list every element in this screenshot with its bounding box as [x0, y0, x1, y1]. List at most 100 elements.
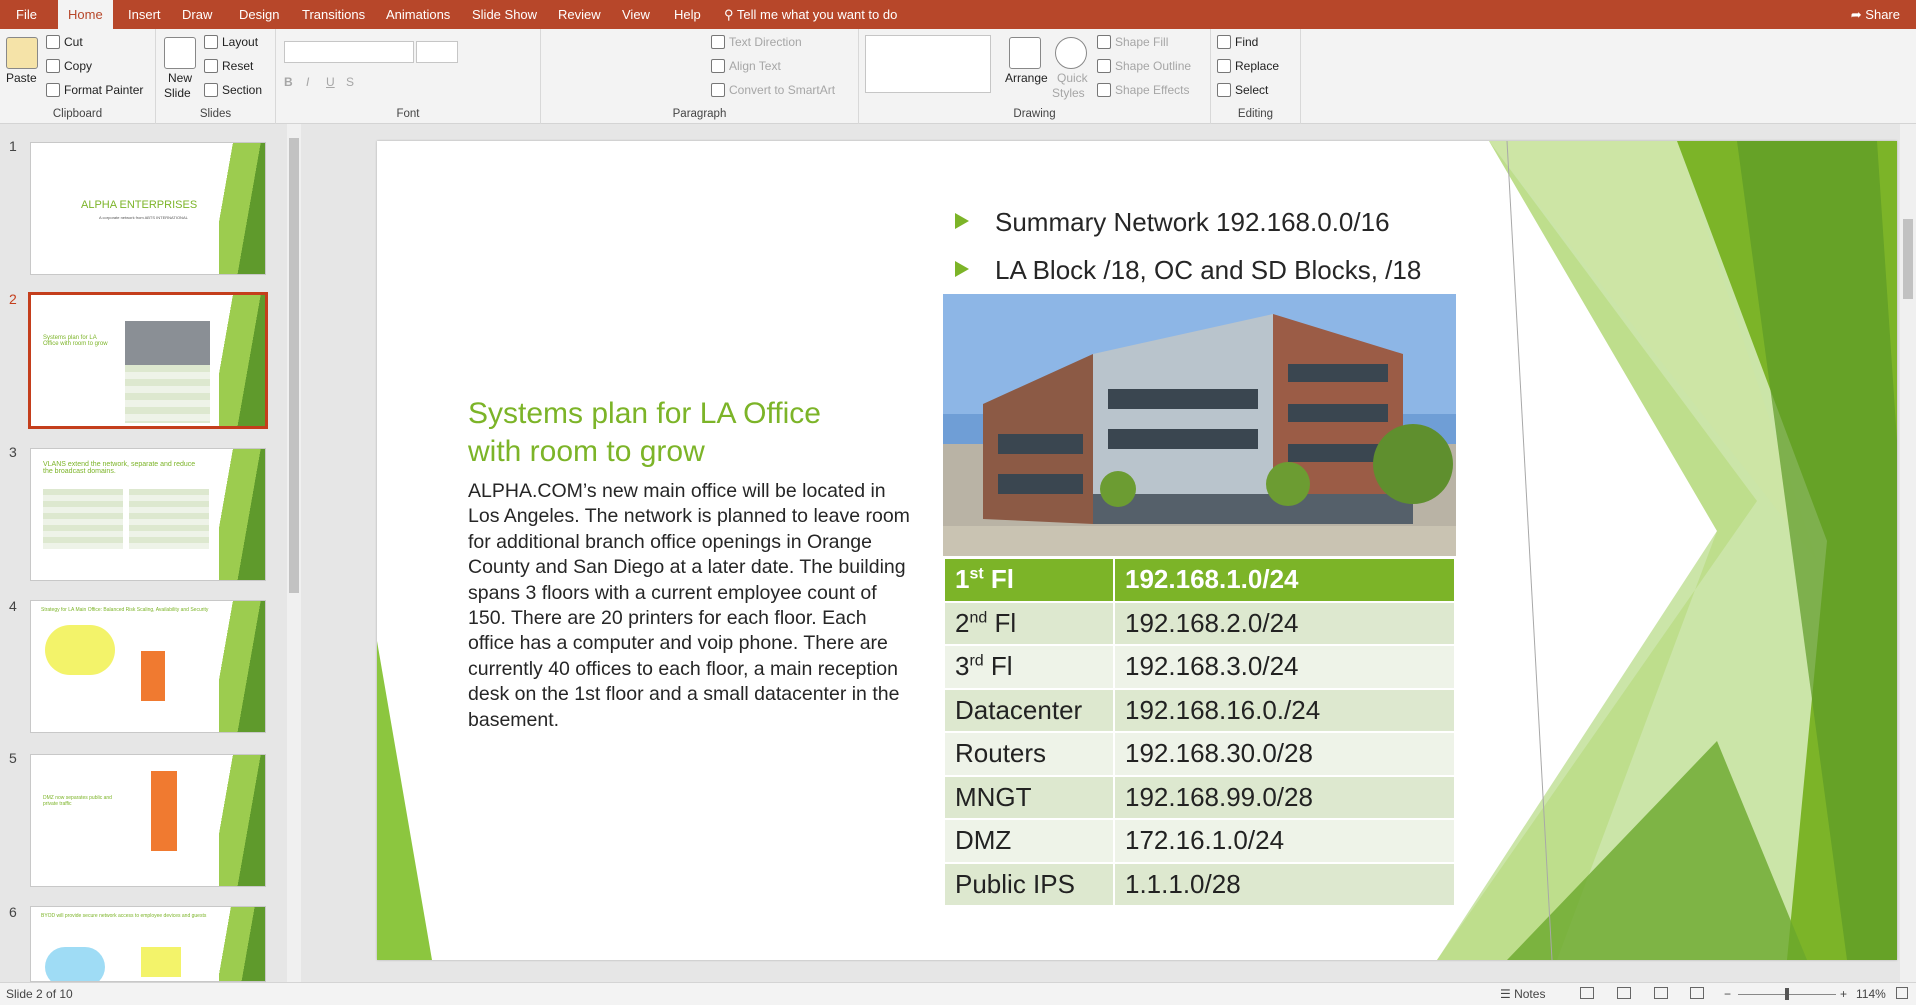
align-text-icon	[711, 59, 725, 73]
thumb-decor	[219, 449, 265, 580]
thumb-number: 4	[9, 598, 17, 614]
shape-outline-button[interactable]: Shape Outline	[1097, 59, 1191, 73]
slide-thumbnail-pane: 1 ALPHA ENTERPRISES A corporate network …	[0, 124, 285, 982]
tab-animations[interactable]: Animations	[376, 0, 460, 29]
slideshow-view-icon[interactable]	[1690, 987, 1704, 999]
quick-styles-button-line2[interactable]: Styles	[1052, 86, 1085, 100]
format-painter-button[interactable]: Format Painter	[46, 83, 143, 97]
tab-draw[interactable]: Draw	[172, 0, 222, 29]
arrange-button[interactable]: Arrange	[1005, 71, 1048, 85]
section-button[interactable]: Section	[204, 83, 262, 97]
paste-button[interactable]: Paste	[6, 71, 37, 85]
convert-smartart-button[interactable]: Convert to SmartArt	[711, 83, 835, 97]
shape-fill-button[interactable]: Shape Fill	[1097, 35, 1168, 49]
new-slide-button[interactable]: New	[168, 71, 192, 85]
font-size-box[interactable]	[416, 41, 458, 63]
cut-button[interactable]: Cut	[46, 35, 83, 49]
notes-icon: ☰	[1500, 987, 1515, 1001]
scrollbar-thumb[interactable]	[1903, 219, 1913, 299]
thumbnail-scrollbar[interactable]	[287, 124, 301, 982]
thumb-decor	[219, 143, 265, 274]
paragraph-label: Paragraph	[672, 108, 727, 120]
layout-icon	[204, 35, 218, 49]
tab-slide-show[interactable]: Slide Show	[462, 0, 547, 29]
tab-insert[interactable]: Insert	[118, 0, 171, 29]
font-name-box[interactable]	[284, 41, 414, 63]
table-cell-network: 192.168.30.0/28	[1113, 731, 1456, 777]
zoom-out-button[interactable]: −	[1724, 987, 1731, 1001]
underline-button[interactable]: U	[326, 75, 335, 89]
thumb-diagram	[151, 771, 177, 851]
share-button[interactable]: ➦ Share	[1851, 0, 1900, 29]
slide-thumbnail-6[interactable]: BYOD will provide secure network access …	[30, 906, 266, 982]
layout-button[interactable]: Layout	[204, 35, 258, 49]
status-bar: Slide 2 of 10 ☰ Notes − + 114%	[0, 982, 1916, 1005]
table-cell-network: 192.168.16.0./24	[1113, 687, 1456, 733]
zoom-level[interactable]: 114%	[1856, 987, 1886, 1001]
slide-sorter-icon[interactable]	[1617, 987, 1631, 999]
thumb-table	[125, 365, 210, 423]
thumb-number: 3	[9, 444, 17, 460]
reset-button[interactable]: Reset	[204, 59, 253, 73]
zoom-slider-thumb[interactable]	[1785, 988, 1789, 1000]
tab-design[interactable]: Design	[229, 0, 289, 29]
slide-thumbnail-2[interactable]: Systems plan for LA Office with room to …	[28, 292, 268, 429]
effects-icon	[1097, 83, 1111, 97]
paste-icon	[6, 37, 38, 69]
slide-thumbnail-5[interactable]: DMZ now separates public and private tra…	[30, 754, 266, 887]
thumb-decor	[219, 755, 265, 886]
slide-canvas[interactable]: Summary Network 192.168.0.0/16 LA Block …	[377, 141, 1897, 960]
italic-button[interactable]: I	[306, 75, 309, 89]
new-slide-button-line2[interactable]: Slide	[164, 86, 191, 100]
align-text-button[interactable]: Align Text	[711, 59, 781, 73]
bullet-triangle-icon	[955, 261, 969, 277]
slide-thumbnail-1[interactable]: ALPHA ENTERPRISES A corporate network fr…	[30, 142, 266, 275]
ribbon: Paste Cut Copy Format Painter Clipboard …	[0, 29, 1916, 124]
tab-review[interactable]: Review	[548, 0, 611, 29]
building-photo[interactable]	[943, 294, 1456, 556]
arrange-icon	[1009, 37, 1041, 69]
bullet-la-block[interactable]: LA Block /18, OC and SD Blocks, /18	[955, 255, 1421, 286]
tell-me-search[interactable]: ⚲ Tell me what you want to do	[724, 0, 897, 29]
shape-effects-button[interactable]: Shape Effects	[1097, 83, 1190, 97]
scrollbar-thumb[interactable]	[289, 138, 299, 593]
quick-styles-icon	[1055, 37, 1087, 69]
normal-view-icon[interactable]	[1580, 987, 1594, 999]
thumb-diagram	[45, 947, 105, 981]
table-cell-location: 3rd Fl	[943, 644, 1115, 690]
text-direction-button[interactable]: Text Direction	[711, 35, 802, 49]
fit-to-window-icon[interactable]	[1896, 987, 1908, 999]
slide-thumbnail-3[interactable]: VLANS extend the network, separate and r…	[30, 448, 266, 581]
slide-thumbnail-4[interactable]: Strategy for LA Main Office: Balanced Ri…	[30, 600, 266, 733]
bold-button[interactable]: B	[284, 75, 293, 89]
tab-view[interactable]: View	[612, 0, 660, 29]
tab-home[interactable]: Home	[58, 0, 113, 29]
slide-scrollbar[interactable]	[1900, 124, 1916, 982]
thumb-diagram	[141, 651, 165, 701]
reading-view-icon[interactable]	[1654, 987, 1668, 999]
shapes-gallery[interactable]	[865, 35, 991, 93]
quick-styles-button[interactable]: Quick	[1057, 71, 1088, 85]
subnet-table[interactable]: 1st Fl 192.168.1.0/24 2nd Fl 192.168.2.0/24…	[943, 557, 1456, 907]
copy-button[interactable]: Copy	[46, 59, 92, 73]
tab-help[interactable]: Help	[664, 0, 711, 29]
replace-button[interactable]: Replace	[1217, 59, 1279, 73]
shadow-button[interactable]: S	[346, 75, 354, 89]
notes-button[interactable]: ☰ Notes	[1500, 987, 1545, 1001]
tab-transitions[interactable]: Transitions	[292, 0, 375, 29]
select-button[interactable]: Select	[1217, 83, 1268, 97]
table-row: 2nd Fl 192.168.2.0/24	[943, 600, 1456, 646]
slide-title[interactable]: Systems plan for LA Office with room to …	[468, 395, 868, 471]
find-button[interactable]: Find	[1217, 35, 1258, 49]
editing-group: Find Replace Select Editing	[1211, 29, 1301, 124]
table-cell-location: DMZ	[943, 818, 1115, 864]
zoom-in-button[interactable]: +	[1840, 987, 1847, 1001]
new-slide-icon	[164, 37, 196, 69]
pen-icon	[1097, 59, 1111, 73]
thumb-decor	[219, 907, 265, 981]
bullet-summary-network[interactable]: Summary Network 192.168.0.0/16	[955, 207, 1390, 238]
text-direction-icon	[711, 35, 725, 49]
tab-file[interactable]: File	[6, 0, 47, 29]
clipboard-label: Clipboard	[52, 108, 103, 120]
slide-body-text[interactable]: ALPHA.COM’s new main office will be loca…	[468, 479, 913, 733]
